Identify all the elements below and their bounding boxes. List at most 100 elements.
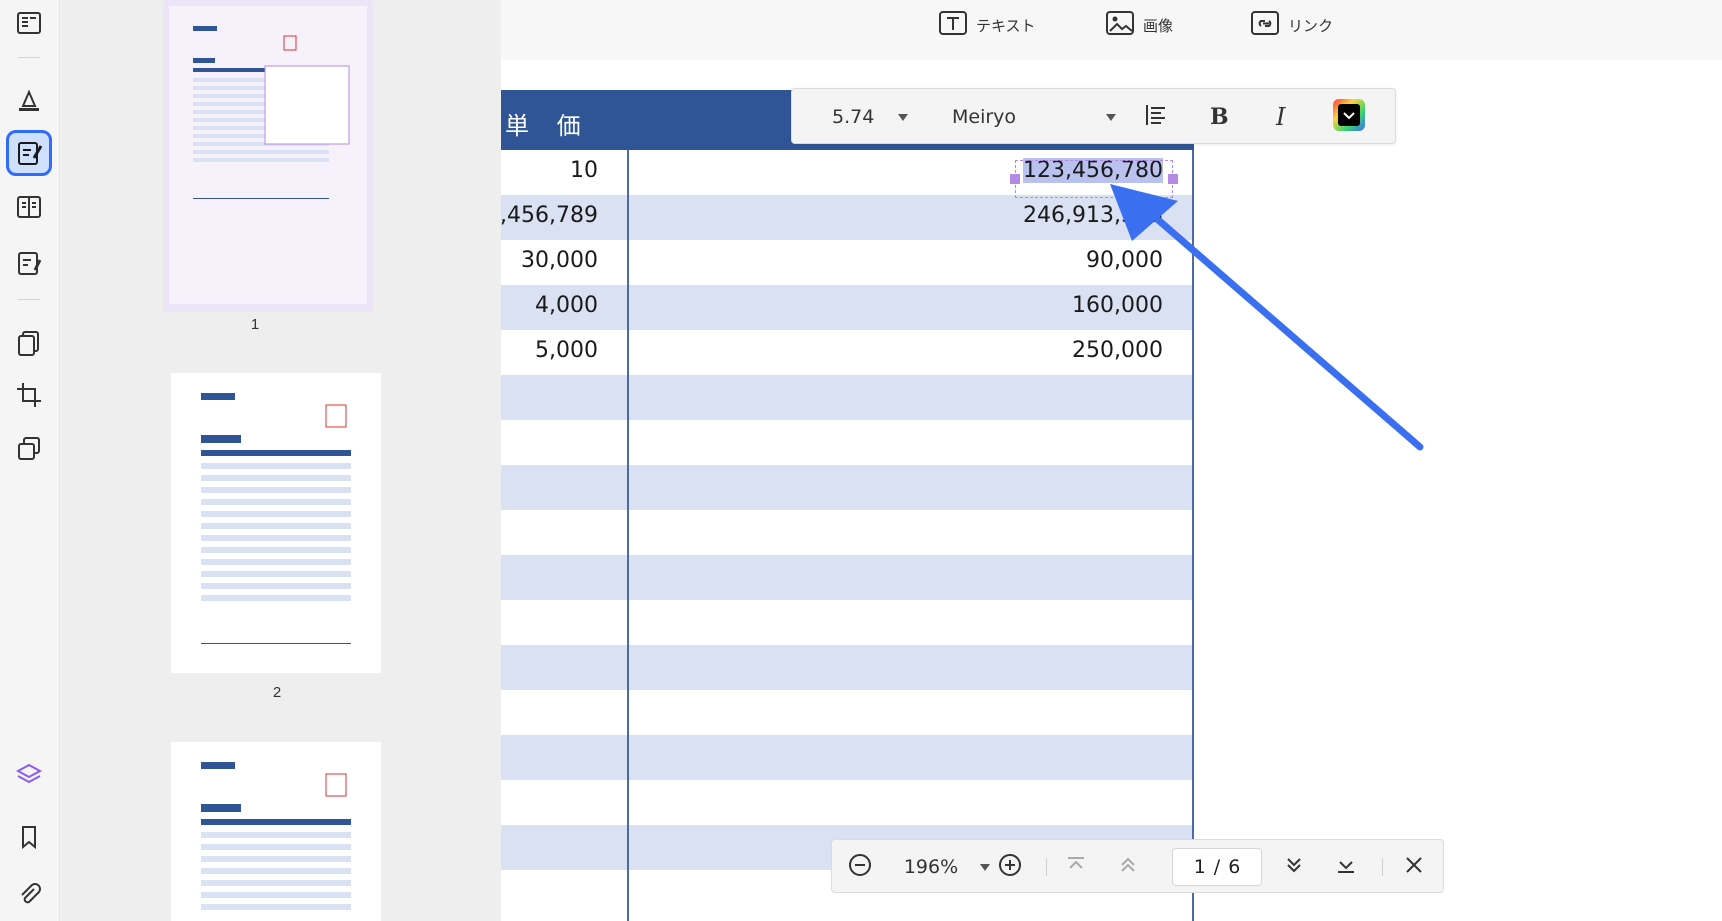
table-row — [501, 780, 1194, 825]
zoom-level-value: 196% — [903, 856, 959, 878]
minus-circle-icon — [848, 853, 872, 882]
organize-pages-icon[interactable] — [6, 320, 52, 366]
zoom-out-button[interactable] — [842, 840, 878, 894]
amount-cell: 160,000 — [1072, 293, 1163, 318]
color-picker-icon — [1332, 98, 1366, 137]
table-row — [501, 645, 1194, 690]
add-link-label: リンク — [1288, 16, 1334, 35]
close-icon — [1403, 854, 1425, 881]
amount-cell: 246,913,578 — [1023, 203, 1163, 228]
unit-price-cell: ,456,789 — [501, 203, 598, 228]
bookmark-icon[interactable] — [6, 814, 52, 860]
unit-price-cell: 5,000 — [535, 338, 598, 363]
next-page-button[interactable] — [1276, 840, 1312, 894]
invoice-table: 単 価 10 123,456,780 ,456,789 246,913,578 … — [501, 90, 1194, 921]
align-button[interactable] — [1144, 89, 1168, 145]
edit-toolbar: テキスト 画像 リンク — [501, 0, 1722, 60]
table-row — [501, 420, 1194, 465]
zoom-bar-divider — [1382, 858, 1383, 876]
thumbnail-preview — [169, 6, 367, 304]
image-tool-icon — [1105, 9, 1135, 41]
table-row — [501, 555, 1194, 600]
table-row — [501, 690, 1194, 735]
thumbnail-page-3[interactable] — [171, 742, 381, 921]
left-tool-rail — [0, 0, 60, 921]
selection-handle-left[interactable] — [1010, 174, 1020, 184]
unit-price-cell: 10 — [570, 158, 598, 183]
table-row: 5,000 250,000 — [501, 330, 1194, 375]
align-left-icon — [1144, 103, 1168, 132]
selection-handle-right[interactable] — [1168, 174, 1178, 184]
table-row — [501, 465, 1194, 510]
layers-icon[interactable] — [6, 752, 52, 798]
text-selection-box[interactable] — [1015, 160, 1173, 198]
edit-pdf-icon[interactable] — [6, 130, 52, 176]
text-tool-icon — [938, 9, 968, 41]
add-image-button[interactable]: 画像 — [1105, 10, 1173, 40]
link-tool-icon — [1250, 9, 1280, 41]
highlighter-icon[interactable] — [6, 78, 52, 124]
thumbnail-preview — [171, 373, 381, 673]
font-family-dropdown[interactable]: Meiryo — [952, 89, 1117, 145]
page-layout-icon[interactable] — [6, 184, 52, 230]
thumbnail-page-number: 2 — [272, 684, 282, 701]
amount-cell: 250,000 — [1072, 338, 1163, 363]
add-text-button[interactable]: テキスト — [938, 10, 1036, 40]
unit-price-cell: 30,000 — [521, 248, 598, 273]
zoom-page-toolbar: 196% 1 / 6 — [831, 839, 1444, 893]
chevron-double-down-icon — [1283, 854, 1305, 881]
text-format-toolbar: 5.74 Meiryo B I — [791, 88, 1396, 144]
table-row — [501, 510, 1194, 555]
table-row: 30,000 90,000 — [501, 240, 1194, 285]
bold-button[interactable]: B — [1210, 89, 1229, 145]
form-fill-icon[interactable] — [6, 240, 52, 286]
plus-circle-icon — [998, 853, 1022, 882]
text-color-button[interactable] — [1332, 89, 1366, 145]
chevron-double-up-icon — [1117, 854, 1139, 881]
first-page-icon — [1065, 854, 1087, 881]
column-divider — [627, 150, 629, 921]
table-row: ,456,789 246,913,578 — [501, 195, 1194, 240]
font-size-dropdown[interactable]: 5.74 — [832, 89, 909, 145]
thumbnail-page-1[interactable] — [163, 0, 373, 312]
chevron-down-icon — [898, 113, 909, 121]
thumbnail-preview — [171, 742, 381, 921]
rail-divider — [18, 299, 40, 300]
last-page-icon — [1335, 854, 1357, 881]
rail-divider — [18, 57, 40, 58]
table-row: 4,000 160,000 — [501, 285, 1194, 330]
font-family-value: Meiryo — [952, 106, 1017, 128]
add-link-button[interactable]: リンク — [1250, 10, 1333, 40]
table-border — [1192, 150, 1194, 921]
previous-page-button[interactable] — [1110, 840, 1146, 894]
document-viewport: テキスト 画像 リンク 単 価 10 123,456,780 ,456,789 … — [501, 0, 1722, 921]
first-page-button[interactable] — [1058, 840, 1094, 894]
page-thumbnail-panel: 1 2 — [61, 0, 501, 921]
zoom-level-dropdown[interactable]: 196% — [892, 840, 1002, 894]
zoom-in-button[interactable] — [992, 840, 1028, 894]
last-page-button[interactable] — [1328, 840, 1364, 894]
current-page: 1 — [1193, 856, 1206, 878]
add-text-label: テキスト — [976, 16, 1036, 35]
table-row — [501, 600, 1194, 645]
unit-price-cell: 4,000 — [535, 293, 598, 318]
page-separator: / — [1213, 856, 1221, 878]
table-row — [501, 735, 1194, 780]
chevron-down-icon — [980, 863, 991, 871]
amount-cell: 90,000 — [1086, 248, 1163, 273]
page-number-input[interactable]: 1 / 6 — [1172, 848, 1262, 886]
compare-icon[interactable] — [6, 426, 52, 472]
unit-price-header: 単 価 — [505, 112, 591, 140]
close-toolbar-button[interactable] — [1396, 840, 1432, 894]
italic-button[interactable]: I — [1276, 89, 1285, 145]
thumbnail-page-number: 1 — [250, 316, 260, 333]
total-pages: 6 — [1228, 856, 1241, 878]
crop-icon[interactable] — [6, 372, 52, 418]
attachment-icon[interactable] — [6, 872, 52, 918]
table-row — [501, 375, 1194, 420]
reader-mode-icon[interactable] — [6, 0, 52, 46]
zoom-bar-divider — [1046, 858, 1047, 876]
thumbnail-page-2[interactable] — [171, 373, 381, 673]
add-image-label: 画像 — [1143, 16, 1174, 35]
chevron-down-icon — [1106, 113, 1117, 121]
